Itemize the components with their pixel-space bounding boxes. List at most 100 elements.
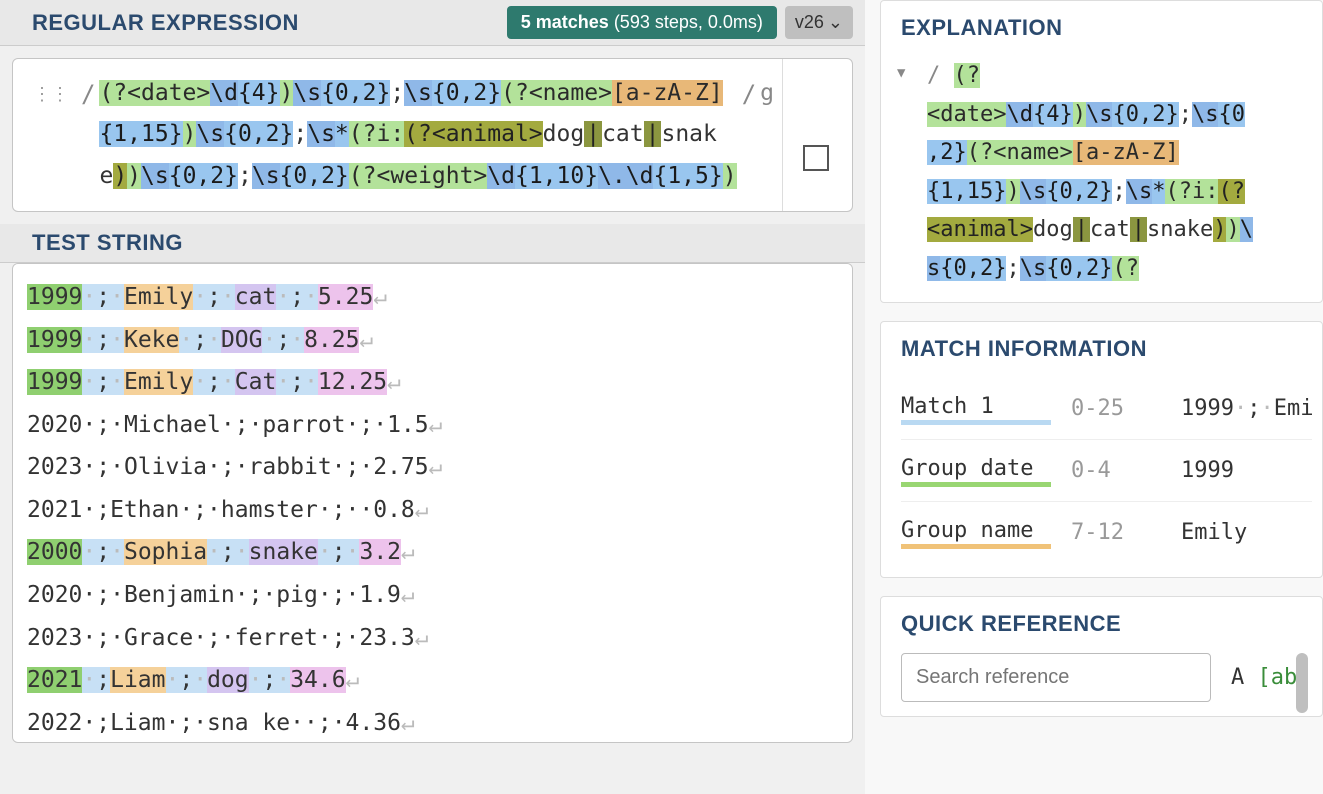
match-value: Emily: [1181, 520, 1312, 545]
quick-reference-row: A [ab: [901, 653, 1312, 702]
regex-flags[interactable]: g: [760, 73, 774, 114]
explanation-token: ): [1226, 217, 1239, 242]
regex-token: ): [183, 121, 197, 147]
explanation-body[interactable]: ▼ / (?<date>\d{4})\s{0,2};\s{0,2}(?<name…: [901, 57, 1312, 288]
match-row[interactable]: Match 10-251999·;·Emily·;·cat: [901, 378, 1312, 440]
regex-token: ;: [293, 121, 307, 147]
regex-token: \s: [252, 163, 280, 189]
explanation-title: EXPLANATION: [901, 15, 1312, 41]
explanation-token: ): [1213, 217, 1226, 242]
regex-token: \d: [210, 80, 238, 106]
regex-close-slash: /: [738, 73, 760, 116]
regex-side-column: [782, 59, 852, 211]
explanation-token: \s: [1086, 102, 1113, 127]
regex-token: \d: [626, 163, 654, 189]
quick-reference-sample[interactable]: A [ab: [1231, 665, 1297, 690]
explanation-token: \s: [1192, 102, 1219, 127]
regex-token: \s: [141, 163, 169, 189]
match-range: 0-25: [1071, 396, 1161, 421]
explanation-token: (?i:: [1165, 179, 1218, 204]
explanation-token: snake: [1147, 217, 1213, 242]
explanation-token: ;: [1179, 102, 1192, 127]
right-panel: EXPLANATION ▼ / (?<date>\d{4})\s{0,2};\s…: [865, 0, 1323, 794]
drag-handle-icon[interactable]: ⋮⋮: [33, 79, 69, 111]
regex-token: ): [723, 163, 737, 189]
match-row[interactable]: Group name7-12Emily: [901, 502, 1312, 563]
chevron-down-icon: ⌄: [828, 12, 843, 33]
explanation-token: \s: [1020, 256, 1047, 281]
regex-token: {1,15}: [99, 121, 182, 147]
test-string-editor[interactable]: 1999·;·Emily·;·cat·;·5.25↵1999·;·Keke·;·…: [12, 263, 853, 743]
copy-icon[interactable]: [807, 149, 829, 171]
regex-token: <animal>: [432, 121, 543, 147]
match-range: 0-4: [1071, 458, 1161, 483]
test-line: 1999·;·Emily·;·Cat·;·12.25↵: [27, 361, 838, 404]
regex-token: {0,2}: [224, 121, 293, 147]
test-line: 2023·;·Grace·;·ferret·;·23.3↵: [27, 617, 838, 660]
explanation-token: ): [1073, 102, 1086, 127]
regex-token: (?: [99, 80, 127, 106]
explanation-token: ;: [1006, 256, 1019, 281]
test-line: 2021·;Liam·;·dog·;·34.6↵: [27, 659, 838, 702]
explanation-token: {0,2}: [1046, 179, 1112, 204]
regex-token: (?: [501, 80, 529, 106]
regex-token: {0,2}: [432, 80, 501, 106]
regex-token: <date>: [127, 80, 210, 106]
regex-token: ): [113, 163, 127, 189]
regex-token: \s: [196, 121, 224, 147]
scrollbar[interactable]: [1296, 653, 1308, 713]
explanation-token: {0,2}: [940, 256, 1006, 281]
explanation-token: {1,15}: [927, 179, 1006, 204]
match-row[interactable]: Group date 0-4 1999: [901, 440, 1312, 502]
test-string-title: TEST STRING: [32, 230, 183, 256]
explanation-token: \s: [1126, 179, 1153, 204]
test-line: 1999·;·Emily·;·cat·;·5.25↵: [27, 276, 838, 319]
regex-token: cat: [602, 121, 644, 147]
test-line: 1999·;·Keke·;·DOG·;·8.25↵: [27, 319, 838, 362]
regex-pattern[interactable]: (?<date>\d{4})\s{0,2};\s{0,2}(?<name>[a-…: [99, 73, 737, 197]
matches-detail: (593 steps, 0.0ms): [614, 12, 763, 32]
explanation-token: cat: [1090, 217, 1130, 242]
explanation-token: (?: [967, 140, 994, 165]
header-controls: 5 matches (593 steps, 0.0ms) v26 ⌄: [507, 6, 853, 39]
test-line: 2020·;·Benjamin·;·pig·;·1.9↵: [27, 574, 838, 617]
collapse-icon[interactable]: ▼: [897, 61, 905, 86]
quick-reference-title: QUICK REFERENCE: [901, 611, 1312, 637]
regex-token: (?: [404, 121, 432, 147]
search-reference-input[interactable]: [901, 653, 1211, 702]
explanation-token: *: [1152, 179, 1165, 204]
regex-token: (?: [349, 163, 377, 189]
match-info-section: MATCH INFORMATION Match 10-251999·;·Emil…: [880, 321, 1323, 578]
regex-token: {4}: [238, 80, 280, 106]
explanation-token: \d: [1006, 102, 1033, 127]
regex-token: ;: [238, 163, 252, 189]
match-value: 1999: [1181, 458, 1312, 483]
regex-token: {0,2}: [169, 163, 238, 189]
explanation-token: ;: [1112, 179, 1125, 204]
match-label: Group date: [901, 456, 1051, 485]
left-panel: REGULAR EXPRESSION 5 matches (593 steps,…: [0, 0, 865, 794]
match-label: Match 1: [901, 394, 1051, 423]
regex-token: \.: [598, 163, 626, 189]
explanation-token: [a-zA-Z]: [1073, 140, 1179, 165]
version-label: v26: [795, 12, 824, 33]
explanation-token: {4}: [1033, 102, 1073, 127]
explanation-token: (?: [954, 63, 981, 88]
version-selector[interactable]: v26 ⌄: [785, 6, 853, 39]
explanation-token: (?: [1112, 256, 1139, 281]
explanation-token: {0,2}: [1046, 256, 1112, 281]
regex-token: <weight>: [377, 163, 488, 189]
regex-token: dog: [543, 121, 585, 147]
regex-header: REGULAR EXPRESSION 5 matches (593 steps,…: [0, 0, 865, 46]
matches-badge[interactable]: 5 matches (593 steps, 0.0ms): [507, 6, 777, 39]
explanation-token: {0,2}: [1112, 102, 1178, 127]
regex-content[interactable]: ⋮⋮ / (?<date>\d{4})\s{0,2};\s{0,2}(?<nam…: [13, 59, 782, 211]
explanation-token: (?: [1218, 179, 1245, 204]
test-line: 2022·;Liam·;·sna ke··;·4.36↵: [27, 702, 838, 744]
explanation-section: EXPLANATION ▼ / (?<date>\d{4})\s{0,2};\s…: [880, 0, 1323, 303]
explanation-token: s: [927, 256, 940, 281]
regex-token: *: [335, 121, 349, 147]
test-line: 2000·;·Sophia·;·snake·;·3.2↵: [27, 531, 838, 574]
explanation-token: \s: [1020, 179, 1047, 204]
regex-editor[interactable]: ⋮⋮ / (?<date>\d{4})\s{0,2};\s{0,2}(?<nam…: [12, 58, 853, 212]
